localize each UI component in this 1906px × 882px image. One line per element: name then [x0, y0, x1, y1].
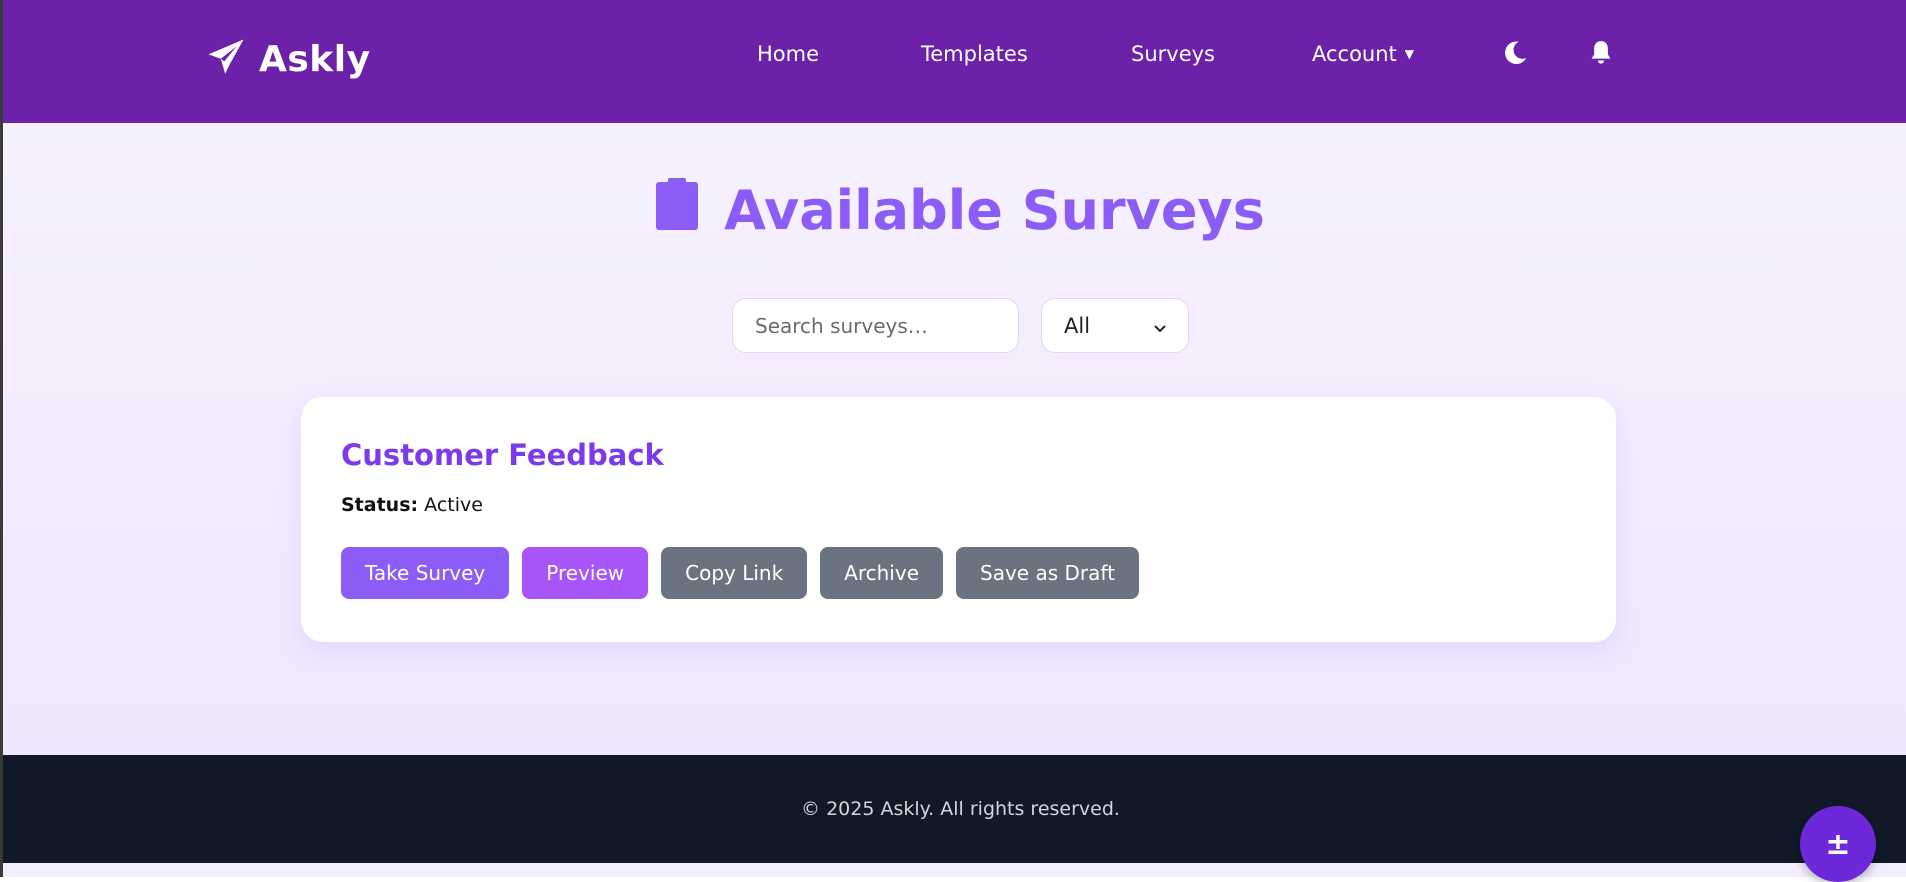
survey-actions: Take Survey Preview Copy Link Archive Sa… [341, 547, 1139, 599]
status-filter-select[interactable]: All [1041, 298, 1189, 353]
survey-title: Customer Feedback [341, 438, 664, 472]
status-value: Active [424, 494, 483, 516]
nav-account[interactable]: Account ▼ [1312, 42, 1414, 66]
nav-account-label: Account [1312, 42, 1397, 66]
moon-icon[interactable] [1500, 38, 1530, 70]
main-content: Available Surveys All Customer Feedback … [3, 123, 1906, 755]
nav-templates[interactable]: Templates [921, 42, 1028, 66]
brand-logo[interactable]: Askly [205, 36, 371, 82]
filter-selected-value: All [1064, 313, 1091, 338]
status-label: Status: [341, 494, 419, 516]
bell-icon[interactable] [1586, 38, 1616, 70]
nav-home[interactable]: Home [757, 42, 819, 66]
footer: © 2025 Askly. All rights reserved. [3, 755, 1906, 863]
page-title-text: Available Surveys [724, 179, 1265, 242]
page-title: Available Surveys [3, 178, 1906, 243]
preview-button[interactable]: Preview [522, 547, 649, 599]
caret-down-icon: ▼ [1404, 47, 1415, 61]
copyright-text: © 2025 Askly. All rights reserved. [801, 798, 1120, 820]
floating-action-button[interactable]: ± [1800, 806, 1876, 882]
paper-plane-icon [205, 36, 247, 82]
survey-card: Customer Feedback Status: Active Take Su… [301, 397, 1616, 642]
survey-status: Status: Active [341, 494, 483, 516]
archive-button[interactable]: Archive [820, 547, 944, 599]
copy-link-button[interactable]: Copy Link [661, 547, 808, 599]
take-survey-button[interactable]: Take Survey [341, 547, 510, 599]
bottom-strip [3, 863, 1906, 877]
search-input[interactable] [732, 298, 1019, 353]
chevron-down-icon [1154, 314, 1166, 338]
brand-name: Askly [259, 38, 371, 80]
top-navbar: Askly Home Templates Surveys Account ▼ [0, 0, 1906, 123]
nav-surveys[interactable]: Surveys [1131, 42, 1215, 66]
window-edge [0, 0, 3, 877]
clipboard-icon [656, 178, 699, 243]
save-as-draft-button[interactable]: Save as Draft [956, 547, 1139, 599]
